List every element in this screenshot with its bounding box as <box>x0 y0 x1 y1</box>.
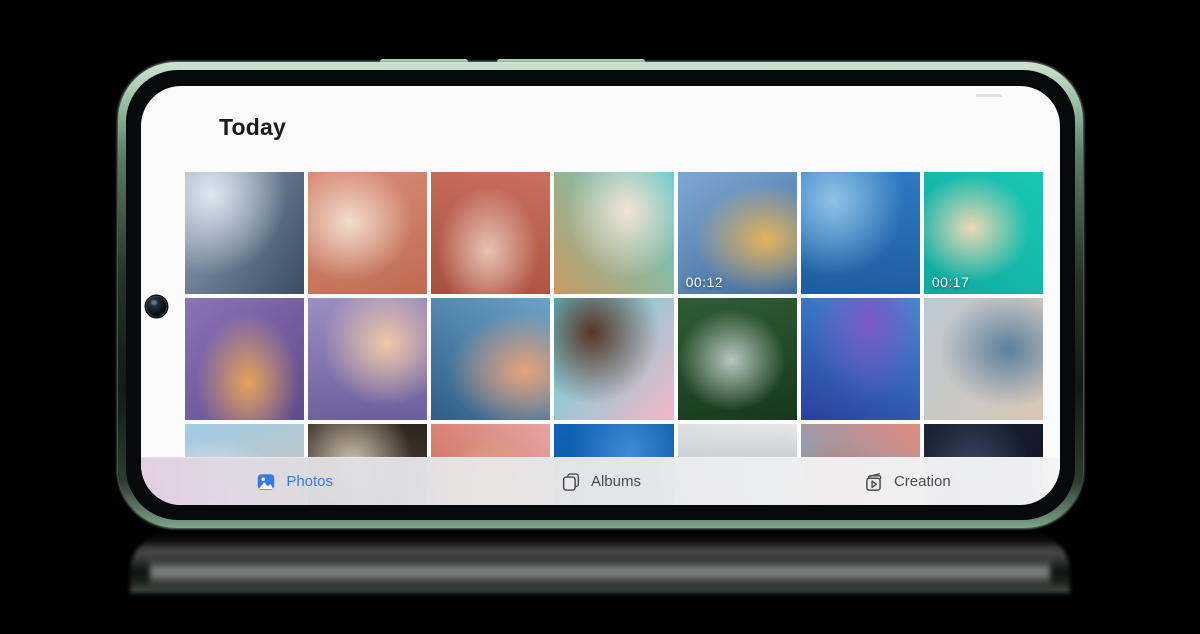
photo-tile[interactable] <box>185 298 305 420</box>
photo-tile[interactable] <box>554 298 674 420</box>
creation-icon <box>863 471 885 493</box>
front-camera-icon <box>146 296 167 317</box>
blue-boathouse-photo <box>800 172 920 294</box>
nav-item-photos[interactable]: Photos <box>141 471 447 493</box>
donuts-flatlay-photo <box>554 298 674 420</box>
purple-mountains-photo <box>308 298 428 420</box>
forest-road-photo <box>677 298 797 420</box>
photo-tile[interactable] <box>308 172 428 294</box>
earpiece-speaker <box>976 94 1002 97</box>
phone-screen: Today 00:12 00:17 Photos Albums Creation <box>141 86 1060 505</box>
page-title: Today <box>219 114 287 140</box>
nav-item-creation[interactable]: Creation <box>754 471 1060 493</box>
photo-tile[interactable]: 00:17 <box>923 172 1043 294</box>
woman-sunhat-photo <box>554 172 674 294</box>
nav-label-creation: Creation <box>893 473 951 490</box>
photo-tile[interactable] <box>677 298 797 420</box>
screenshot-stage: Today 00:12 00:17 Photos Albums Creation <box>0 0 1200 634</box>
video-duration-badge: 00:17 <box>931 274 970 290</box>
photo-tile[interactable] <box>431 172 551 294</box>
video-duration-badge: 00:12 <box>685 274 724 290</box>
photos-icon <box>255 471 277 493</box>
nav-label-albums: Albums <box>590 473 641 490</box>
woman-arch-portrait <box>431 172 551 294</box>
photo-tile[interactable] <box>800 172 920 294</box>
family-beach-photo <box>923 298 1043 420</box>
lavender-field-photo <box>185 298 305 420</box>
photo-tile[interactable] <box>308 298 428 420</box>
reflection-glow <box>150 560 1050 586</box>
photo-tile[interactable] <box>800 298 920 420</box>
photo-tile[interactable] <box>431 298 551 420</box>
nav-label-photos: Photos <box>286 473 334 490</box>
pier-sunset-photo <box>431 298 551 420</box>
woman-terracotta-photo <box>308 172 428 294</box>
sensor-dot-icon <box>153 96 158 101</box>
photo-tile[interactable] <box>923 298 1043 420</box>
nav-item-albums[interactable]: Albums <box>447 471 753 493</box>
albums-icon <box>560 471 582 493</box>
snow-mountain-photo <box>185 172 305 294</box>
photo-tile[interactable] <box>554 172 674 294</box>
blue-butterfly-photo <box>800 298 920 420</box>
photo-tile[interactable] <box>185 172 305 294</box>
bottom-navigation-bar: Photos Albums Creation <box>141 457 1060 505</box>
photo-grid: 00:12 00:17 <box>185 172 1043 505</box>
photo-tile[interactable]: 00:12 <box>677 172 797 294</box>
